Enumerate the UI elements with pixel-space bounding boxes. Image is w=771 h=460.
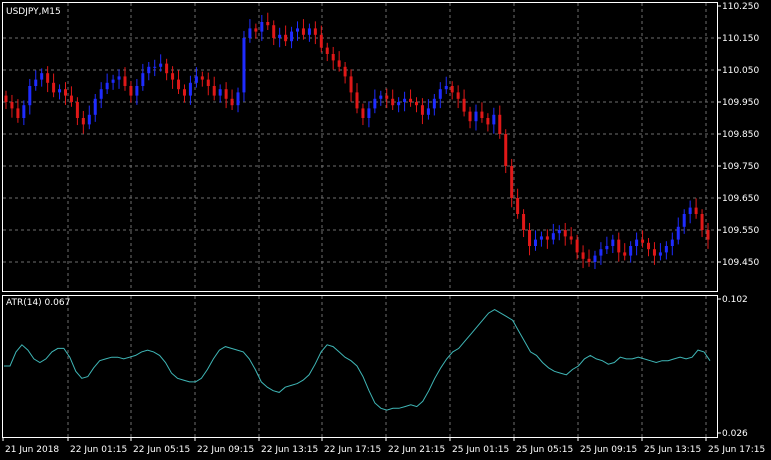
time-tick-label: 22 Jun 05:15	[133, 445, 190, 455]
price-tick-label: 109.550	[722, 226, 759, 236]
price-tick-label: 110.050	[722, 66, 759, 76]
time-tick-label: 25 Jun 13:15	[644, 445, 701, 455]
price-tick-label: 109.750	[722, 162, 759, 172]
price-tick-label: 109.650	[722, 194, 759, 204]
time-tick-label: 25 Jun 09:15	[580, 445, 637, 455]
trading-chart[interactable]: USDJPY,M15 ATR(14) 0.067 110.250110.1501…	[0, 0, 771, 460]
price-tick-label: 110.250	[722, 2, 759, 12]
price-axis[interactable]: 110.250 110.150 110.050 109.950 109.850 109.7…	[717, 2, 759, 268]
time-tick-label: 22 Jun 17:15	[324, 445, 381, 455]
time-tick-label: 22 Jun 09:15	[197, 445, 254, 455]
time-tick-label: 22 Jun 13:15	[261, 445, 318, 455]
atr-tick-label: 0.102	[722, 295, 748, 305]
time-tick-label: 25 Jun 05:15	[516, 445, 573, 455]
time-tick-label: 22 Jun 01:15	[70, 445, 127, 455]
price-tick-label: 110.150	[722, 34, 759, 44]
price-tick-label: 109.450	[722, 258, 759, 268]
candle	[242, 30, 246, 102]
symbol-label: USDJPY,M15	[6, 7, 61, 17]
time-tick-label: 25 Jun 01:15	[452, 445, 509, 455]
price-tick-label: 109.950	[722, 98, 759, 108]
atr-tick-label: 0.026	[722, 429, 748, 439]
time-tick-label: 22 Jun 21:15	[388, 445, 445, 455]
time-tick-label: 21 Jun 2018	[5, 445, 59, 455]
price-tick-label: 109.850	[722, 130, 759, 140]
time-tick-label: 25 Jun 17:15	[708, 445, 765, 455]
atr-label: ATR(14) 0.067	[6, 298, 70, 308]
